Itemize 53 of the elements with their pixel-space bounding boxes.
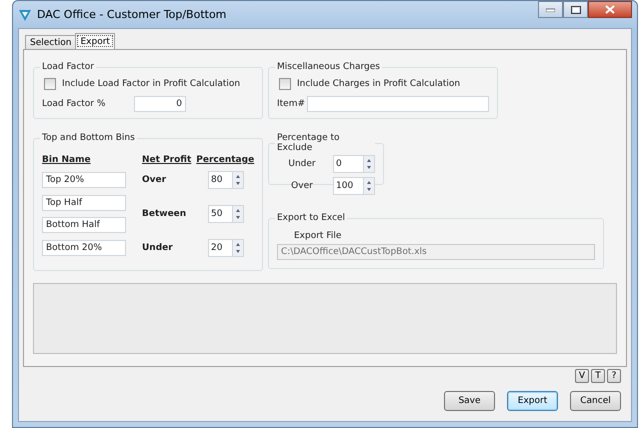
maximize-button[interactable] (563, 1, 588, 18)
field-label: Under (287, 159, 317, 169)
group-title: Percentage to Exclude (276, 133, 341, 153)
column-header: Bin Name (42, 155, 92, 165)
help-button[interactable]: T (591, 369, 605, 383)
dialog-button[interactable]: Export (507, 391, 558, 411)
field-label: Item# (277, 99, 306, 109)
close-icon (605, 5, 615, 14)
bin-name-field[interactable]: Top 20% (42, 172, 126, 188)
percentage-spinner[interactable]: 20 (208, 239, 244, 257)
column-header: Net Profit (142, 155, 192, 165)
field-label: Over (290, 181, 314, 191)
checkbox-label: Include Charges in Profit Calculation (297, 79, 460, 89)
tab[interactable]: Selection (25, 35, 76, 49)
dialog-button[interactable]: Save (444, 391, 495, 411)
app-logo-icon (18, 8, 32, 22)
threshold-label: Over (142, 175, 168, 185)
threshold-label: Between (142, 209, 188, 219)
group-title: Export to Excel (276, 213, 346, 223)
tab[interactable]: Export (75, 33, 115, 49)
bin-name-field[interactable]: Bottom Half (42, 217, 126, 233)
minimize-icon (546, 8, 555, 12)
field-label: Load Factor % (42, 99, 106, 109)
percentage-spinner[interactable]: 0 (333, 155, 375, 173)
column-header: Percentage (196, 155, 254, 165)
percentage-spinner[interactable]: 100 (333, 177, 375, 195)
help-button[interactable]: V (575, 369, 589, 383)
spin-arrows-icon[interactable] (232, 172, 243, 188)
threshold-label: Under (142, 243, 174, 253)
checkbox[interactable] (279, 78, 291, 90)
field-label: Export File (294, 231, 342, 241)
group-title: Load Factor (41, 62, 96, 72)
checkbox-label: Include Load Factor in Profit Calculation (62, 79, 240, 89)
maximize-icon (570, 6, 580, 14)
close-button[interactable] (588, 1, 632, 18)
percentage-spinner[interactable]: 80 (208, 171, 244, 189)
load-factor-field[interactable]: 0 (134, 96, 186, 112)
spin-arrows-icon[interactable] (232, 240, 243, 256)
window-title: DAC Office - Customer Top/Bottom (37, 8, 226, 21)
spin-arrows-icon[interactable] (363, 156, 374, 172)
checkbox[interactable] (44, 78, 56, 90)
group-title: Miscellaneous Charges (276, 62, 381, 72)
spin-arrows-icon[interactable] (363, 178, 374, 194)
spin-arrows-icon[interactable] (232, 206, 243, 222)
help-button[interactable]: ? (607, 369, 621, 383)
bin-name-field[interactable]: Bottom 20% (42, 240, 126, 256)
export-file-field: C:\DACOffice\DACCustTopBot.xls (277, 244, 595, 260)
bin-name-field[interactable]: Top Half (42, 195, 126, 211)
percentage-spinner[interactable]: 50 (208, 205, 244, 223)
item-field[interactable] (307, 96, 489, 112)
group-title: Top and Bottom Bins (41, 133, 136, 143)
minimize-button[interactable] (538, 1, 563, 18)
dialog-button[interactable]: Cancel (570, 391, 621, 411)
